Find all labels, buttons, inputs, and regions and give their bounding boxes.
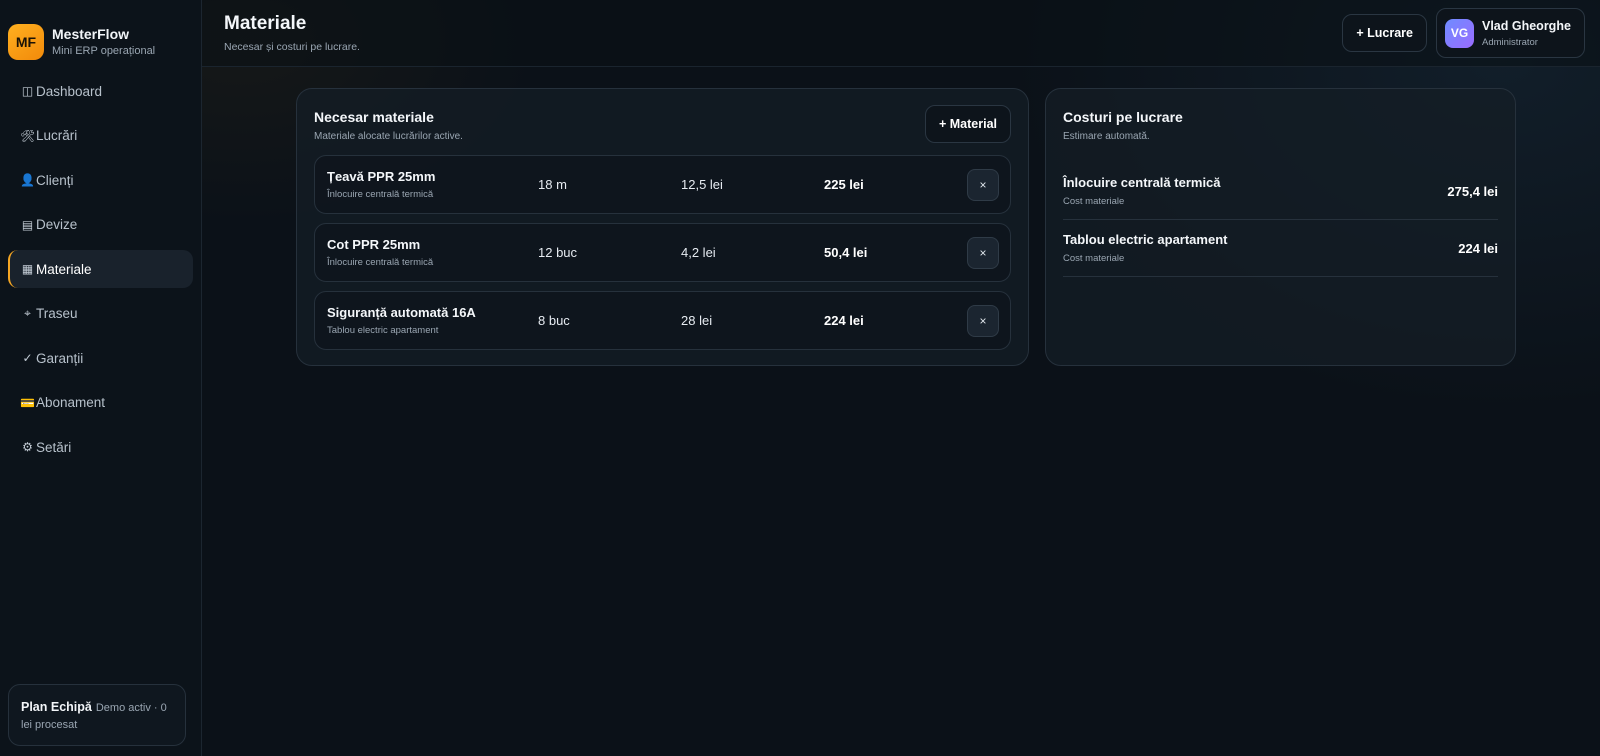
route-icon: ⌖	[24, 306, 31, 320]
sidebar-item-label: Clienți	[36, 172, 74, 188]
sidebar-item-dashboard[interactable]: ◫ Dashboard	[8, 72, 193, 110]
materials-panel-subtitle: Materiale alocate lucrărilor active.	[314, 131, 463, 142]
sidebar-item-setari[interactable]: ⚙ Setări	[8, 428, 193, 466]
brand-text: MesterFlow Mini ERP operațional	[52, 26, 155, 57]
material-name-col: Siguranță automată 16A Tablou electric a…	[327, 305, 537, 336]
sidebar-item-label: Garanții	[36, 350, 84, 366]
tools-icon: 🛠	[20, 128, 36, 143]
brand-name: MesterFlow	[52, 26, 130, 42]
material-name: Siguranță automată 16A	[327, 305, 476, 320]
material-row[interactable]: Țeavă PPR 25mm Înlocuire centrală termic…	[314, 155, 1011, 214]
sidebar-item-lucrari[interactable]: 🛠 Lucrări	[8, 117, 193, 155]
app: MF MesterFlow Mini ERP operațional ◫ Das…	[0, 0, 1600, 756]
sidebar-item-materiale[interactable]: ▦ Materiale	[8, 250, 193, 288]
material-row[interactable]: Siguranță automată 16A Tablou electric a…	[314, 291, 1011, 350]
cost-label: Cost materiale	[1063, 253, 1125, 264]
brand-subtitle: Mini ERP operațional	[52, 45, 156, 57]
material-unit-price: 12,5 lei	[681, 177, 723, 192]
user-icon: 👤	[20, 173, 35, 187]
brand-logo: MF	[8, 23, 44, 60]
cost-list: Înlocuire centrală termică Cost material…	[1063, 163, 1498, 277]
material-job: Tablou electric apartament	[327, 325, 439, 336]
material-quantity: 18 m	[538, 177, 567, 192]
material-unit-price: 28 lei	[681, 313, 713, 328]
cost-label: Cost materiale	[1063, 196, 1125, 207]
check-icon: ✓	[22, 351, 33, 365]
sidebar-item-label: Setări	[36, 439, 72, 455]
material-quantity: 8 buc	[538, 313, 570, 328]
material-row[interactable]: Cot PPR 25mm Înlocuire centrală termică …	[314, 223, 1011, 282]
user-role: Administrator	[1482, 36, 1538, 48]
cost-row: Înlocuire centrală termică Cost material…	[1063, 163, 1498, 220]
user-menu[interactable]: VG Vlad Gheorghe Administrator	[1436, 8, 1585, 58]
sidebar-item-abonament[interactable]: 💳 Abonament	[8, 384, 193, 422]
costs-panel-subtitle: Estimare automată.	[1063, 131, 1150, 142]
material-total: 50,4 lei	[824, 245, 868, 260]
sidebar-item-devize[interactable]: ▤ Devize	[8, 206, 193, 244]
cost-value: 224 lei	[1458, 240, 1498, 256]
delete-material-button[interactable]: ×	[967, 305, 999, 337]
main-area: Materiale Necesar și costuri pe lucrare.…	[202, 0, 1600, 756]
cost-value: 275,4 lei	[1447, 183, 1498, 199]
avatar: VG	[1445, 18, 1474, 48]
sidebar-item-label: Lucrări	[36, 128, 78, 143]
plan-card[interactable]: Plan Echipă Demo activ · 0 lei procesat	[8, 684, 186, 746]
page-header: Materiale Necesar și costuri pe lucrare.…	[202, 0, 1600, 67]
sidebar-item-label: Materiale	[36, 261, 92, 277]
sidebar-item-garantii[interactable]: ✓ Garanții	[8, 339, 193, 377]
gear-icon: ⚙	[22, 440, 33, 454]
material-name: Țeavă PPR 25mm	[327, 169, 436, 184]
cost-row: Tablou electric apartament Cost material…	[1063, 220, 1498, 277]
sidebar-item-label: Traseu	[36, 306, 78, 321]
add-lucrare-button[interactable]: + Lucrare	[1342, 14, 1427, 52]
user-name: Vlad Gheorghe	[1482, 18, 1571, 33]
sidebar-item-label: Abonament	[36, 395, 106, 410]
material-job: Înlocuire centrală termică	[327, 257, 434, 268]
delete-material-button[interactable]: ×	[967, 169, 999, 201]
plan-title: Plan Echipă	[21, 700, 92, 714]
materials-panel-header: Necesar materiale Materiale alocate lucr…	[314, 105, 1011, 155]
sidebar-nav: ◫ Dashboard 🛠 Lucrări 👤 Clienți ▤ Devize…	[0, 72, 201, 466]
material-job: Înlocuire centrală termică	[327, 189, 434, 200]
sidebar-item-traseu[interactable]: ⌖ Traseu	[8, 295, 193, 333]
material-name: Cot PPR 25mm	[327, 237, 421, 252]
material-unit-price: 4,2 lei	[681, 245, 716, 260]
sidebar-item-label: Devize	[36, 217, 78, 232]
delete-material-button[interactable]: ×	[967, 237, 999, 269]
page-title: Materiale	[224, 13, 307, 34]
sidebar-item-clienti[interactable]: 👤 Clienți	[8, 161, 193, 199]
header-actions: + Lucrare VG Vlad Gheorghe Administrator	[1342, 8, 1585, 58]
user-info: Vlad Gheorghe Administrator	[1482, 19, 1571, 48]
sidebar-item-label: Dashboard	[36, 83, 103, 99]
grid-icon: ▦	[21, 262, 34, 276]
material-name-col: Țeavă PPR 25mm Înlocuire centrală termic…	[327, 169, 537, 200]
brand[interactable]: MF MesterFlow Mini ERP operațional	[0, 0, 201, 68]
materials-panel-title: Necesar materiale	[314, 109, 434, 125]
materials-panel: Necesar materiale Materiale alocate lucr…	[296, 88, 1029, 366]
costs-panel: Costuri pe lucrare Estimare automată. În…	[1045, 88, 1516, 366]
cost-info: Înlocuire centrală termică Cost material…	[1063, 175, 1221, 207]
material-name-col: Cot PPR 25mm Înlocuire centrală termică	[327, 237, 537, 268]
costs-panel-header: Costuri pe lucrare Estimare automată.	[1063, 109, 1498, 159]
document-icon: ▤	[21, 217, 34, 232]
materials-panel-titles: Necesar materiale Materiale alocate lucr…	[314, 105, 463, 142]
dashboard-icon: ◫	[21, 84, 34, 98]
material-quantity: 12 buc	[538, 245, 578, 260]
add-material-button[interactable]: + Material	[924, 105, 1011, 143]
cost-job-name: Tablou electric apartament	[1063, 232, 1228, 247]
page-subtitle: Necesar și costuri pe lucrare.	[224, 41, 360, 53]
material-total: 225 lei	[824, 177, 864, 192]
cost-info: Tablou electric apartament Cost material…	[1063, 232, 1227, 264]
sidebar: MF MesterFlow Mini ERP operațional ◫ Das…	[0, 0, 202, 756]
header-titles: Materiale Necesar și costuri pe lucrare.	[224, 13, 360, 53]
costs-panel-title: Costuri pe lucrare	[1063, 109, 1183, 125]
cost-job-name: Înlocuire centrală termică	[1063, 175, 1221, 190]
material-total: 224 lei	[824, 313, 864, 328]
card-icon: 💳	[20, 395, 35, 410]
